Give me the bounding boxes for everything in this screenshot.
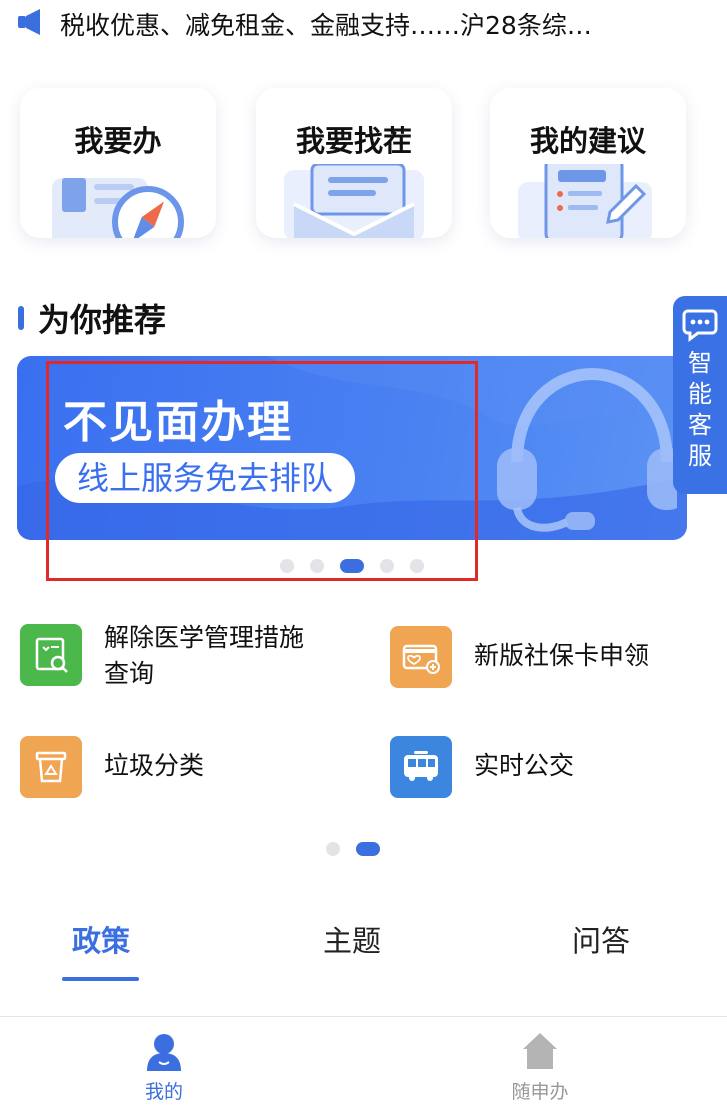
banner-dot[interactable]	[410, 559, 424, 573]
banner-dot-active[interactable]	[340, 559, 364, 573]
service-label: 实时公交	[474, 751, 575, 780]
service-page-dot-active[interactable]	[356, 842, 380, 856]
speaker-icon	[18, 9, 40, 35]
customer-service-label: 智能客服	[688, 349, 712, 470]
banner-subtitle: 线上服务免去排队	[55, 453, 356, 503]
heading-accent-bar	[18, 306, 24, 330]
headset-icon	[497, 367, 677, 532]
nav-mine[interactable]: 我的	[104, 1031, 224, 1104]
service-label: 新版社保卡申领	[474, 641, 650, 670]
service-label: 垃圾分类	[104, 751, 205, 780]
service-social-card[interactable]: 新版社保卡申领	[390, 626, 649, 688]
service-realtime-bus[interactable]: 实时公交	[390, 736, 574, 798]
envelope-icon	[284, 164, 424, 238]
action-card-label: 我要办	[74, 124, 162, 158]
action-card-report[interactable]: 我要找茬	[256, 88, 452, 238]
tab-policy[interactable]: 政策	[72, 918, 130, 960]
service-page-dot[interactable]	[326, 842, 340, 856]
banner-dot[interactable]	[310, 559, 324, 573]
promo-banner[interactable]: 不见面办理 线上服务免去排队	[17, 356, 687, 540]
nav-label: 我的	[144, 1081, 183, 1103]
recommend-title: 为你推荐	[38, 301, 167, 339]
user-icon	[147, 1034, 181, 1071]
service-pagination	[326, 842, 396, 856]
edit-document-icon	[518, 164, 652, 238]
social-card-icon	[390, 626, 452, 688]
notice-bar[interactable]: 税收优惠、减免租金、金融支持……沪28条综…	[0, 0, 727, 52]
service-label-line: 查询	[104, 659, 155, 688]
service-garbage-sorting[interactable]: 垃圾分类	[20, 736, 204, 798]
service-medical-query[interactable]: 解除医学管理措施 查询	[20, 623, 304, 692]
banner-pagination	[280, 558, 440, 574]
content-tabs: 政策 主题 问答	[0, 910, 727, 990]
bottom-navigation: 我的 随申办	[0, 1016, 727, 1112]
nav-label: 随申办	[511, 1081, 569, 1103]
notice-text[interactable]: 税收优惠、减免租金、金融支持……沪28条综…	[60, 6, 592, 42]
recommend-heading: 为你推荐	[18, 296, 166, 340]
tab-qa[interactable]: 问答	[572, 918, 630, 960]
service-label: 解除医学管理措施 查询	[104, 620, 304, 692]
banner-headline: 不见面办理	[63, 397, 293, 448]
action-card-suggestion[interactable]: 我的建议	[490, 88, 686, 238]
quick-actions: 我要办 我要找茬 我的建议	[0, 88, 727, 240]
tab-topics[interactable]: 主题	[323, 918, 381, 960]
health-search-icon	[20, 624, 82, 686]
home-icon	[523, 1033, 557, 1069]
service-grid: 解除医学管理措施 查询 新版社保卡申领 垃圾分类 实时公交	[0, 620, 727, 810]
bus-icon	[390, 736, 452, 798]
banner-dot[interactable]	[380, 559, 394, 573]
recycle-bin-icon	[20, 736, 82, 798]
compass-document-icon	[52, 178, 184, 238]
action-card-label: 我的建议	[529, 124, 646, 158]
action-card-handle[interactable]: 我要办	[20, 88, 216, 238]
service-label-line: 解除医学管理措施	[104, 623, 305, 652]
action-card-label: 我要找茬	[295, 124, 412, 158]
banner-dot[interactable]	[280, 559, 294, 573]
nav-suishenban[interactable]: 随申办	[480, 1031, 600, 1104]
tab-active-indicator	[62, 977, 139, 981]
customer-service-tab[interactable]: 智能客服	[673, 296, 727, 494]
chat-bubble-icon	[682, 309, 718, 342]
